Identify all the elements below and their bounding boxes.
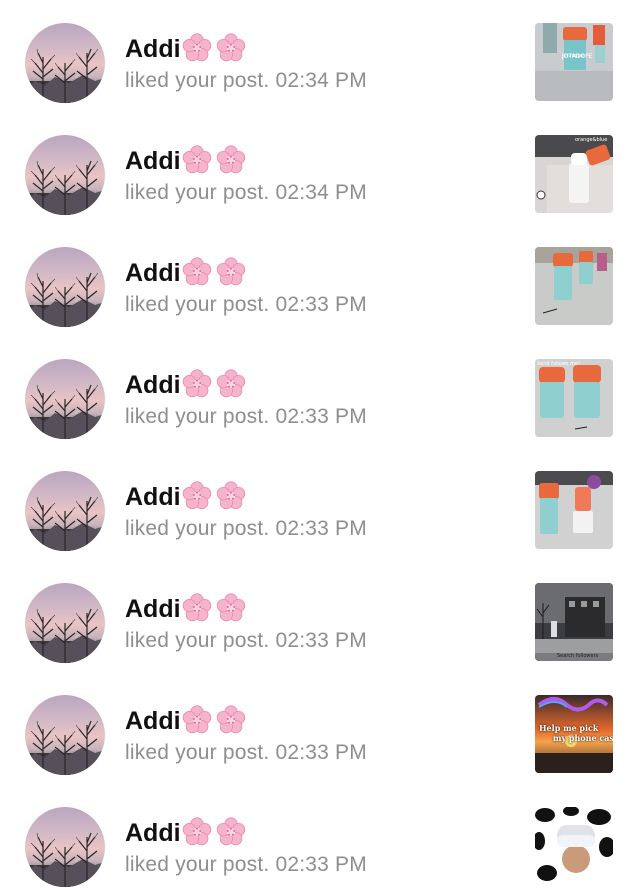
cherry-blossom-icon (182, 145, 211, 174)
notification-text: liked your post. 02:34 PM (125, 69, 367, 92)
notification-row-8[interactable]: Addi liked your post. 02:33 PM (0, 784, 640, 896)
notification-row-7[interactable]: Addi liked your post. 02:33 PM Help me p… (0, 672, 640, 784)
notification-row-6[interactable]: Addi liked your post. 02:33 PM Search fo… (0, 560, 640, 672)
cherry-blossom-icon (182, 33, 211, 62)
notification-row-4[interactable]: Addi liked your post. 02:33 PM Send foll… (0, 336, 640, 448)
cherry-blossom-icon (182, 257, 211, 286)
notification-text: liked your post. 02:33 PM (125, 293, 367, 316)
thumbnail-caption: Jotadope (562, 53, 585, 59)
username[interactable]: Addi (125, 33, 246, 65)
cherry-blossom-icon (182, 817, 211, 846)
username[interactable]: Addi (125, 145, 246, 177)
cherry-blossom-icon (182, 705, 211, 734)
notification-text: liked your post. 02:34 PM (125, 181, 367, 204)
username-text: Addi (125, 147, 181, 175)
sunset-trees-icon (25, 720, 105, 775)
thumbnail-caption: Send follows me! (537, 361, 581, 367)
notification-text: liked your post. 02:33 PM (125, 629, 367, 652)
sunset-trees-icon (25, 496, 105, 551)
cherry-blossom-icon (216, 145, 245, 174)
avatar[interactable] (25, 471, 105, 551)
post-thumbnail[interactable]: JOTADOPE Jotadope (535, 23, 613, 101)
cherry-blossom-icon (216, 705, 245, 734)
cherry-blossom-icon (216, 817, 245, 846)
cherry-blossom-icon (216, 33, 245, 62)
username[interactable]: Addi (125, 257, 246, 289)
post-thumbnail[interactable]: orange&blue (535, 135, 613, 213)
notification-row-3[interactable]: Addi liked your post. 02:33 PM (0, 224, 640, 336)
notification-text: liked your post. 02:33 PM (125, 517, 367, 540)
notification-row-1[interactable]: Addi liked your post. 02:34 PM JOTADOPE J… (0, 0, 640, 112)
username-text: Addi (125, 483, 181, 511)
username[interactable]: Addi (125, 705, 246, 737)
username-text: Addi (125, 595, 181, 623)
avatar[interactable] (25, 247, 105, 327)
sunset-trees-icon (25, 48, 105, 103)
username-text: Addi (125, 819, 181, 847)
cherry-blossom-icon (216, 481, 245, 510)
post-thumbnail[interactable]: Search followers (535, 583, 613, 661)
username-text: Addi (125, 35, 181, 63)
post-thumbnail[interactable] (535, 807, 613, 885)
notification-text: liked your post. 02:33 PM (125, 853, 367, 876)
thumbnail-caption: Search followers (557, 653, 599, 659)
notification-text: liked your post. 02:33 PM (125, 741, 367, 764)
cherry-blossom-icon (182, 593, 211, 622)
avatar[interactable] (25, 23, 105, 103)
sunset-trees-icon (25, 608, 105, 663)
post-thumbnail[interactable]: Send follows me! (535, 359, 613, 437)
post-thumbnail[interactable]: Help me pick my phone case (535, 695, 613, 773)
username[interactable]: Addi (125, 593, 246, 625)
sunset-trees-icon (25, 272, 105, 327)
username-text: Addi (125, 259, 181, 287)
username-text: Addi (125, 707, 181, 735)
avatar[interactable] (25, 359, 105, 439)
post-thumbnail[interactable] (535, 247, 613, 325)
cherry-blossom-icon (216, 369, 245, 398)
cherry-blossom-icon (182, 369, 211, 398)
sunset-trees-icon (25, 384, 105, 439)
post-thumbnail[interactable] (535, 471, 613, 549)
sunset-trees-icon (25, 832, 105, 887)
cherry-blossom-icon (182, 481, 211, 510)
cherry-blossom-icon (216, 593, 245, 622)
thumbnail-caption: Help me pick (539, 723, 599, 733)
thumbnail-caption: my phone case (553, 733, 613, 743)
thumbnail-caption: orange&blue (575, 137, 608, 143)
username[interactable]: Addi (125, 481, 246, 513)
avatar[interactable] (25, 583, 105, 663)
avatar[interactable] (25, 695, 105, 775)
notification-row-2[interactable]: Addi liked your post. 02:34 PM orange&bl… (0, 112, 640, 224)
notification-row-5[interactable]: Addi liked your post. 02:33 PM (0, 448, 640, 560)
username[interactable]: Addi (125, 369, 246, 401)
username[interactable]: Addi (125, 817, 246, 849)
username-text: Addi (125, 371, 181, 399)
cherry-blossom-icon (216, 257, 245, 286)
sunset-trees-icon (25, 160, 105, 215)
avatar[interactable] (25, 135, 105, 215)
notification-text: liked your post. 02:33 PM (125, 405, 367, 428)
avatar[interactable] (25, 807, 105, 887)
